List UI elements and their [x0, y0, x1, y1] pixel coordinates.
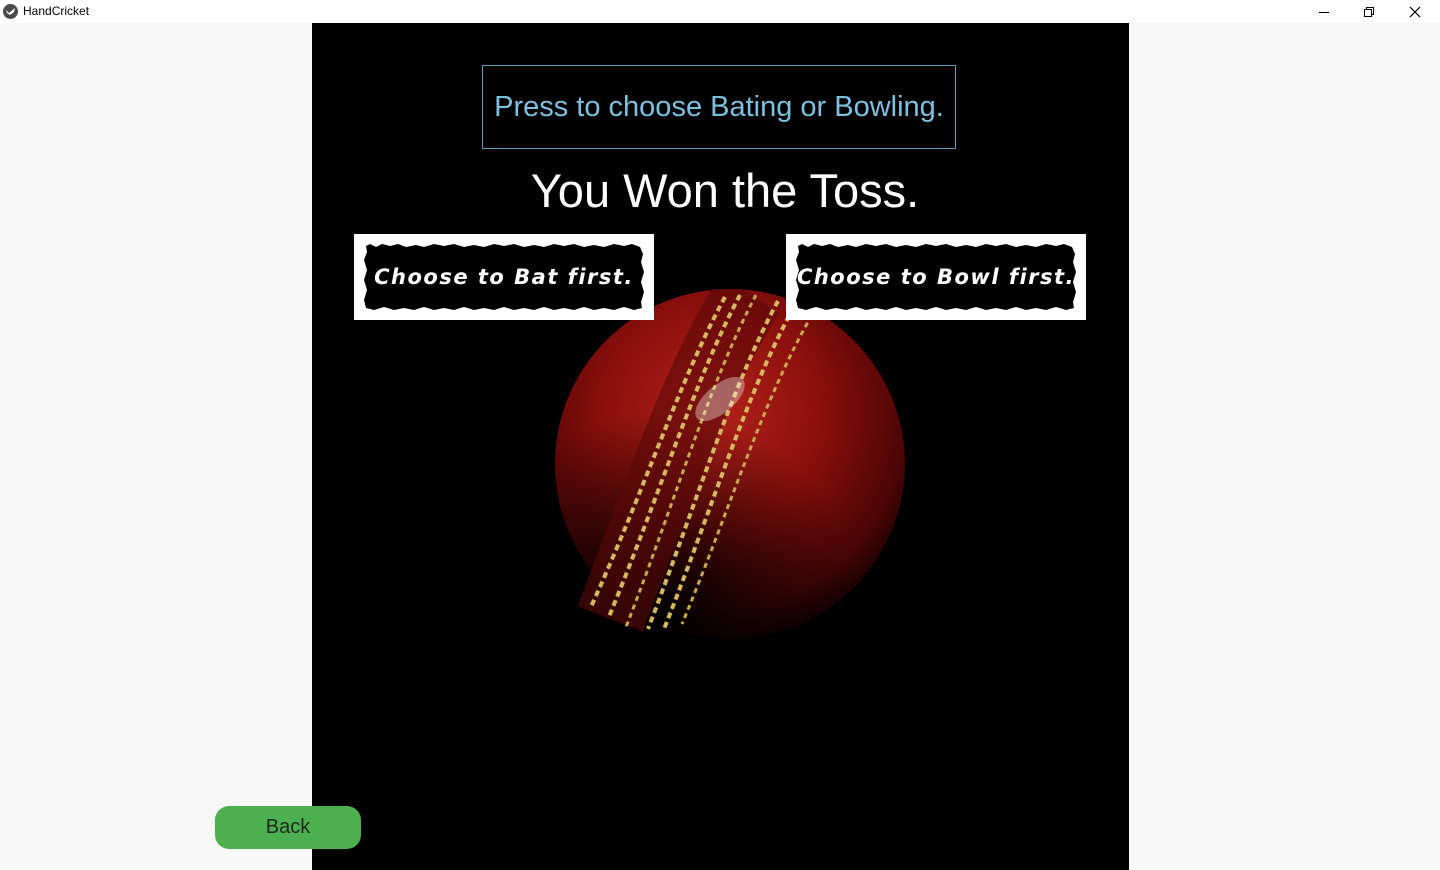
bowl-first-button[interactable]: Choose to Bowl first. — [786, 234, 1086, 320]
window-title: HandCricket — [23, 4, 90, 18]
toss-result-text: You Won the Toss. — [530, 164, 920, 217]
minimize-button[interactable] — [1301, 0, 1347, 23]
choose-bat-or-bowl-button[interactable]: Press to choose Bating or Bowling. — [482, 65, 956, 149]
bowl-first-label: Choose to Bowl first. — [796, 265, 1076, 289]
bat-first-frame: Choose to Bat first. — [362, 242, 646, 312]
app-logo-icon — [3, 4, 18, 19]
close-button[interactable] — [1392, 0, 1438, 23]
minimize-icon — [1319, 11, 1329, 13]
back-button[interactable]: Back — [215, 806, 361, 849]
bat-first-button[interactable]: Choose to Bat first. — [354, 234, 654, 320]
game-stage: Press to choose Bating or Bowling. You W… — [312, 23, 1129, 870]
restore-icon — [1364, 6, 1374, 17]
close-icon — [1409, 6, 1421, 17]
bowl-first-frame: Choose to Bowl first. — [794, 242, 1078, 312]
title-bar: HandCricket — [0, 0, 1440, 23]
bat-first-label: Choose to Bat first. — [374, 265, 634, 289]
cricket-ball-image — [550, 274, 910, 649]
restore-button[interactable] — [1346, 0, 1392, 23]
